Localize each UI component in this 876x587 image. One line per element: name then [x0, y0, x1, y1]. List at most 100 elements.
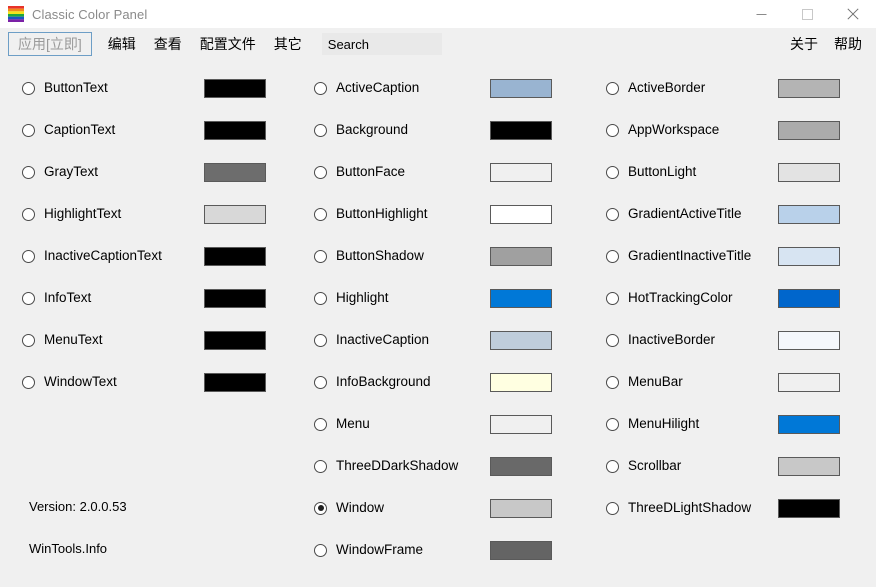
- color-entry-radio-wrap[interactable]: ActiveCaption: [314, 77, 419, 99]
- color-swatch[interactable]: [204, 247, 266, 266]
- radio-button[interactable]: [22, 81, 35, 95]
- color-entry-radio-wrap[interactable]: WindowText: [22, 371, 117, 393]
- color-swatch[interactable]: [778, 163, 840, 182]
- radio-button[interactable]: [606, 249, 619, 263]
- radio-button[interactable]: [606, 81, 619, 95]
- radio-button[interactable]: [22, 207, 35, 221]
- menu-item-about[interactable]: 关于: [790, 34, 818, 54]
- color-entry-row[interactable]: ActiveBorder: [584, 77, 876, 99]
- radio-button[interactable]: [314, 207, 327, 221]
- color-entry-row[interactable]: WindowText: [0, 371, 292, 393]
- color-entry-radio-wrap[interactable]: InactiveCaption: [314, 329, 429, 351]
- color-swatch[interactable]: [490, 79, 552, 98]
- color-swatch[interactable]: [778, 205, 840, 224]
- color-entry-row[interactable]: ButtonShadow: [292, 245, 584, 267]
- radio-button[interactable]: [22, 165, 35, 179]
- color-swatch[interactable]: [204, 121, 266, 140]
- color-entry-radio-wrap[interactable]: MenuText: [22, 329, 103, 351]
- color-entry-row[interactable]: AppWorkspace: [584, 119, 876, 141]
- maximize-button[interactable]: [784, 0, 830, 28]
- color-entry-row[interactable]: MenuHilight: [584, 413, 876, 435]
- menu-item-other[interactable]: 其它: [272, 32, 304, 56]
- apply-now-button[interactable]: 应用[立即]: [8, 32, 92, 56]
- color-entry-radio-wrap[interactable]: Background: [314, 119, 408, 141]
- menu-item-edit[interactable]: 编辑: [106, 32, 138, 56]
- color-entry-radio-wrap[interactable]: InfoText: [22, 287, 91, 309]
- color-entry-row[interactable]: InfoText: [0, 287, 292, 309]
- color-entry-radio-wrap[interactable]: InactiveCaptionText: [22, 245, 162, 267]
- color-entry-radio-wrap[interactable]: ThreeDDarkShadow: [314, 455, 458, 477]
- color-swatch[interactable]: [204, 289, 266, 308]
- color-swatch[interactable]: [204, 163, 266, 182]
- color-swatch[interactable]: [490, 499, 552, 518]
- color-entry-radio-wrap[interactable]: MenuBar: [606, 371, 683, 393]
- radio-button[interactable]: [314, 249, 327, 263]
- radio-button[interactable]: [22, 375, 35, 389]
- radio-button[interactable]: [314, 375, 327, 389]
- menu-item-help[interactable]: 帮助: [834, 34, 862, 54]
- minimize-button[interactable]: [738, 0, 784, 28]
- color-entry-radio-wrap[interactable]: ButtonText: [22, 77, 108, 99]
- color-entry-row[interactable]: GradientInactiveTitle: [584, 245, 876, 267]
- radio-button[interactable]: [314, 81, 327, 95]
- color-entry-row[interactable]: InactiveBorder: [584, 329, 876, 351]
- color-swatch[interactable]: [490, 247, 552, 266]
- color-entry-radio-wrap[interactable]: Highlight: [314, 287, 389, 309]
- color-entry-row[interactable]: Menu: [292, 413, 584, 435]
- color-swatch[interactable]: [490, 373, 552, 392]
- color-swatch[interactable]: [204, 79, 266, 98]
- color-entry-radio-wrap[interactable]: MenuHilight: [606, 413, 699, 435]
- color-swatch[interactable]: [490, 289, 552, 308]
- color-entry-radio-wrap[interactable]: ThreeDLightShadow: [606, 497, 751, 519]
- color-entry-radio-wrap[interactable]: Menu: [314, 413, 370, 435]
- color-entry-row[interactable]: Scrollbar: [584, 455, 876, 477]
- color-swatch[interactable]: [204, 331, 266, 350]
- radio-button[interactable]: [606, 417, 619, 431]
- color-entry-radio-wrap[interactable]: HighlightText: [22, 203, 121, 225]
- radio-button[interactable]: [314, 459, 327, 473]
- close-button[interactable]: [830, 0, 876, 28]
- color-entry-row[interactable]: GrayText: [0, 161, 292, 183]
- color-swatch[interactable]: [490, 205, 552, 224]
- color-entry-radio-wrap[interactable]: Window: [314, 497, 384, 519]
- menu-item-profile[interactable]: 配置文件: [198, 32, 258, 56]
- color-entry-radio-wrap[interactable]: ButtonShadow: [314, 245, 424, 267]
- radio-button[interactable]: [22, 333, 35, 347]
- color-entry-row[interactable]: HotTrackingColor: [584, 287, 876, 309]
- color-entry-row[interactable]: Window: [292, 497, 584, 519]
- color-entry-radio-wrap[interactable]: ActiveBorder: [606, 77, 705, 99]
- color-entry-radio-wrap[interactable]: ButtonLight: [606, 161, 696, 183]
- menu-item-view[interactable]: 查看: [152, 32, 184, 56]
- color-entry-radio-wrap[interactable]: GradientInactiveTitle: [606, 245, 751, 267]
- color-swatch[interactable]: [778, 499, 840, 518]
- color-entry-row[interactable]: ActiveCaption: [292, 77, 584, 99]
- color-entry-radio-wrap[interactable]: InactiveBorder: [606, 329, 715, 351]
- color-entry-row[interactable]: Highlight: [292, 287, 584, 309]
- color-entry-row[interactable]: ButtonLight: [584, 161, 876, 183]
- color-swatch[interactable]: [778, 79, 840, 98]
- radio-button[interactable]: [22, 291, 35, 305]
- radio-button[interactable]: [606, 123, 619, 137]
- color-swatch[interactable]: [490, 457, 552, 476]
- color-entry-row[interactable]: ThreeDLightShadow: [584, 497, 876, 519]
- radio-button[interactable]: [314, 165, 327, 179]
- color-entry-radio-wrap[interactable]: WindowFrame: [314, 539, 423, 561]
- color-swatch[interactable]: [490, 541, 552, 560]
- color-entry-row[interactable]: GradientActiveTitle: [584, 203, 876, 225]
- color-swatch[interactable]: [778, 289, 840, 308]
- color-entry-radio-wrap[interactable]: ButtonHighlight: [314, 203, 428, 225]
- radio-button[interactable]: [606, 165, 619, 179]
- radio-button[interactable]: [314, 417, 327, 431]
- search-input[interactable]: [321, 33, 442, 55]
- color-entry-radio-wrap[interactable]: ButtonFace: [314, 161, 405, 183]
- radio-button[interactable]: [22, 249, 35, 263]
- radio-button[interactable]: [606, 333, 619, 347]
- color-entry-row[interactable]: MenuText: [0, 329, 292, 351]
- color-entry-row[interactable]: CaptionText: [0, 119, 292, 141]
- color-swatch[interactable]: [778, 331, 840, 350]
- color-entry-row[interactable]: ThreeDDarkShadow: [292, 455, 584, 477]
- radio-button[interactable]: [22, 123, 35, 137]
- color-swatch[interactable]: [778, 373, 840, 392]
- color-entry-row[interactable]: HighlightText: [0, 203, 292, 225]
- color-swatch[interactable]: [778, 247, 840, 266]
